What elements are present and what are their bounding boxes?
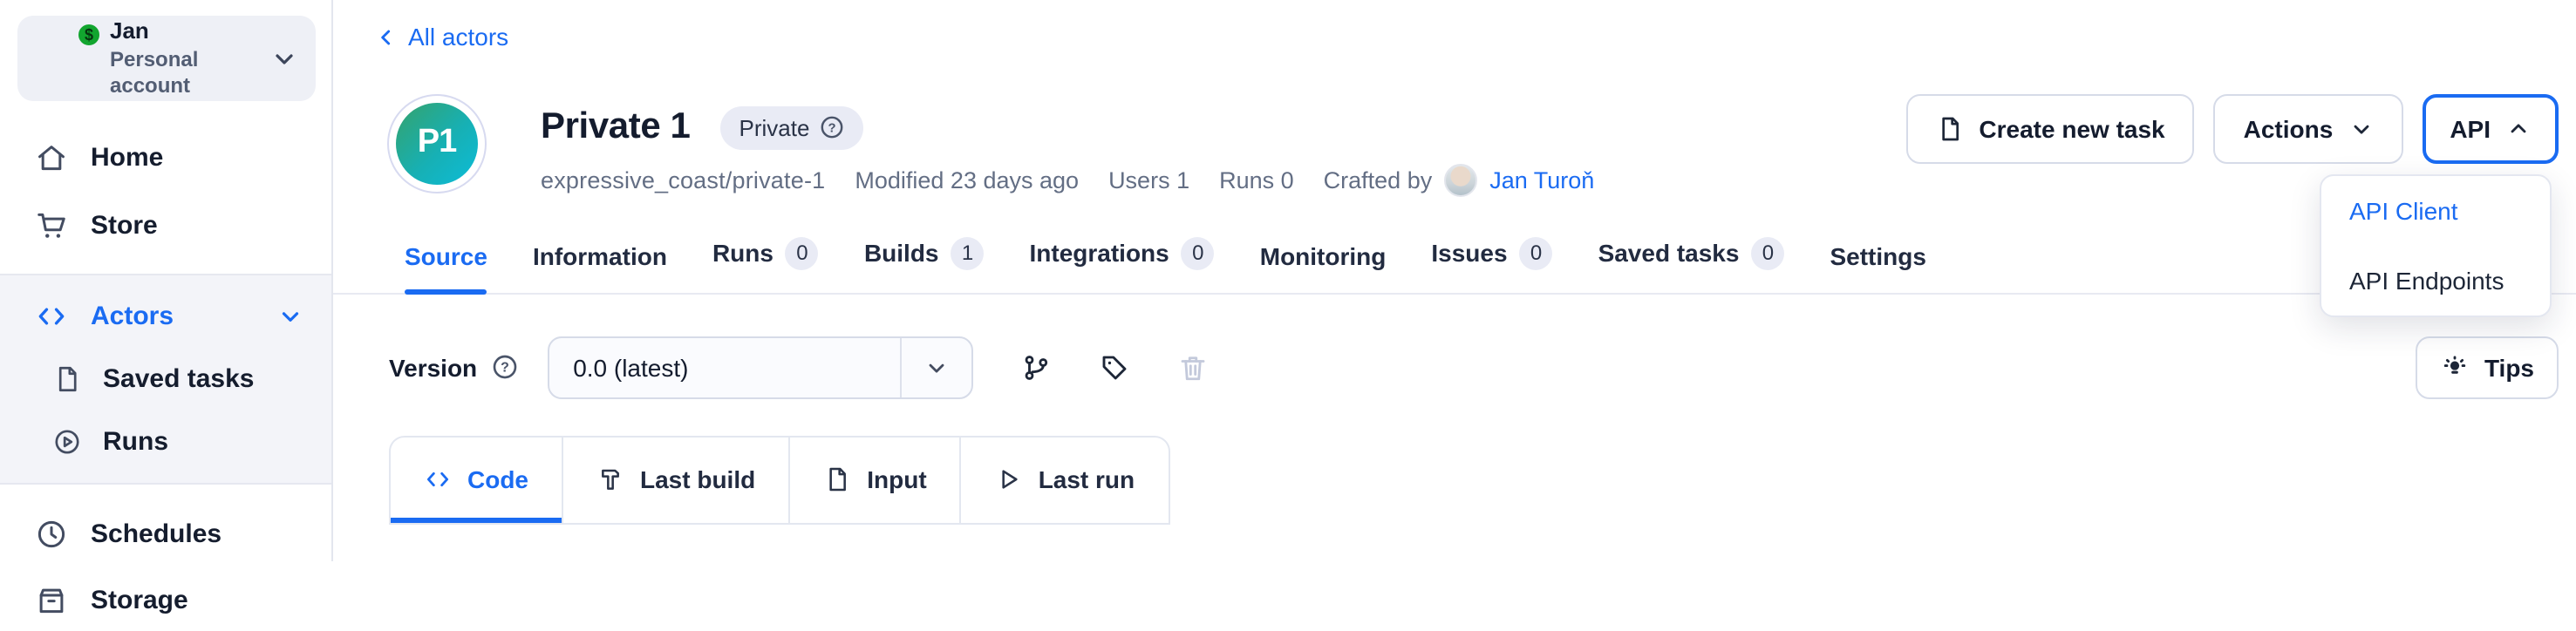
create-new-task-button[interactable]: Create new task: [1905, 93, 2194, 163]
sidebar-item-label: Saved tasks: [103, 363, 254, 393]
app-root: $ Jan Personal account Home: [0, 0, 2576, 561]
count-badge: 0: [1182, 236, 1215, 269]
git-branch-button[interactable]: [1019, 351, 1051, 383]
account-switcher[interactable]: $ Jan Personal account: [17, 16, 316, 101]
delete-version-button[interactable]: [1176, 351, 1208, 383]
header-actions: Create new task Actions API API Client: [1905, 93, 2559, 163]
tab-saved-tasks[interactable]: Saved tasks 0: [1598, 236, 1785, 292]
tab-information[interactable]: Information: [533, 241, 667, 292]
sidebar-item-store[interactable]: Store: [0, 193, 331, 258]
play-circle-icon: [52, 426, 82, 456]
home-icon: [35, 141, 68, 174]
actions-button[interactable]: Actions: [2214, 93, 2403, 163]
version-toolbar: Version ? 0.0 (latest): [389, 336, 2559, 398]
chevron-down-icon: [899, 337, 971, 397]
chevron-down-icon: [270, 44, 298, 72]
chevron-down-icon: [2348, 116, 2373, 140]
count-badge: 0: [1751, 236, 1784, 269]
back-to-all-actors-link[interactable]: All actors: [375, 23, 508, 51]
help-circle-icon[interactable]: ?: [491, 354, 517, 380]
sidebar-item-schedules[interactable]: Schedules: [0, 502, 331, 565]
page-title: Private 1: [541, 106, 691, 148]
tag-button[interactable]: [1098, 351, 1129, 383]
cart-icon: [35, 209, 68, 242]
actors-nav-group: Actors Saved tasks Runs: [0, 274, 331, 485]
menu-item-api-endpoints[interactable]: API Endpoints: [2321, 245, 2550, 315]
tab-runs[interactable]: Runs 0: [712, 236, 819, 292]
sidebar-item-runs[interactable]: Runs: [0, 410, 331, 472]
document-icon: [823, 465, 851, 493]
subtab-last-build[interactable]: Last build: [563, 437, 790, 522]
tab-source[interactable]: Source: [405, 241, 487, 292]
api-dropdown-menu: API Client API Endpoints: [2320, 173, 2552, 316]
modified-date: Modified 23 days ago: [855, 166, 1079, 193]
document-icon: [52, 363, 82, 393]
count-badge: 0: [1520, 236, 1553, 269]
author-avatar: [1444, 163, 1477, 196]
code-brackets-icon: [35, 299, 68, 332]
sidebar-item-saved-tasks[interactable]: Saved tasks: [0, 347, 331, 410]
actor-meta: expressive_coast/private-1 Modified 23 d…: [541, 163, 1594, 196]
account-type: Personal account: [110, 46, 270, 98]
actor-slug: expressive_coast/private-1: [541, 166, 825, 193]
tab-monitoring[interactable]: Monitoring: [1260, 241, 1387, 292]
tab-settings[interactable]: Settings: [1830, 241, 1925, 292]
git-branch-icon: [1019, 351, 1051, 383]
svg-text:?: ?: [828, 121, 836, 135]
actor-header: P1 Private 1 Private ? expressive_coast/…: [387, 93, 2559, 196]
sidebar-item-label: Home: [91, 143, 163, 173]
subtab-last-run[interactable]: Last run: [962, 437, 1168, 522]
menu-item-api-client[interactable]: API Client: [2321, 175, 2550, 245]
sidebar-nav: Home Store Actors: [0, 126, 331, 631]
storage-box-icon: [35, 583, 68, 616]
help-circle-icon[interactable]: ?: [820, 115, 844, 139]
sidebar-item-storage[interactable]: Storage: [0, 568, 331, 631]
plan-dollar-badge: $: [75, 20, 103, 48]
subtab-input[interactable]: Input: [790, 437, 961, 522]
privacy-badge: Private ?: [720, 105, 864, 149]
tag-icon: [1098, 351, 1129, 383]
tab-issues[interactable]: Issues 0: [1431, 236, 1552, 292]
api-button[interactable]: API: [2422, 93, 2559, 163]
chevron-left-icon: [375, 25, 398, 48]
version-label: Version: [389, 353, 477, 381]
users-count: Users 1: [1108, 166, 1189, 193]
actor-tabs: Source Information Runs 0 Builds 1 Integ…: [333, 236, 2576, 294]
lightbulb-icon: [2441, 352, 2470, 382]
sidebar-item-label: Schedules: [91, 519, 221, 548]
count-badge: 0: [786, 236, 819, 269]
sidebar-item-home[interactable]: Home: [0, 126, 331, 190]
count-badge: 1: [951, 236, 985, 269]
actor-avatar: P1: [387, 93, 487, 193]
runs-count: Runs 0: [1219, 166, 1294, 193]
subtab-code[interactable]: Code: [391, 437, 563, 522]
trash-icon: [1176, 351, 1208, 383]
account-name: Jan: [110, 18, 270, 47]
code-brackets-icon: [424, 465, 452, 493]
user-avatar: $: [31, 27, 94, 90]
chevron-up-icon: [2506, 116, 2531, 140]
tips-button[interactable]: Tips: [2416, 336, 2559, 398]
document-icon: [1935, 114, 1963, 142]
version-select[interactable]: 0.0 (latest): [547, 336, 972, 398]
tab-builds[interactable]: Builds 1: [864, 236, 985, 292]
clock-icon: [35, 517, 68, 550]
source-subtabs: Code Last build Input Last run: [389, 435, 1169, 524]
chevron-down-icon: [277, 302, 303, 329]
play-icon: [995, 465, 1023, 493]
sidebar-item-label: Actors: [91, 301, 174, 330]
author-link[interactable]: Jan Turoň: [1489, 166, 1594, 193]
tab-integrations[interactable]: Integrations 0: [1030, 236, 1215, 292]
main-content: All actors P1 Private 1 Private ? expr: [333, 0, 2576, 561]
sidebar-item-actors[interactable]: Actors: [0, 284, 331, 347]
sidebar-item-label: Store: [91, 211, 158, 241]
hammer-icon: [596, 465, 624, 493]
sidebar-item-label: Storage: [91, 585, 188, 614]
sidebar-item-label: Runs: [103, 426, 168, 456]
svg-text:?: ?: [500, 361, 508, 376]
sidebar: $ Jan Personal account Home: [0, 0, 333, 561]
